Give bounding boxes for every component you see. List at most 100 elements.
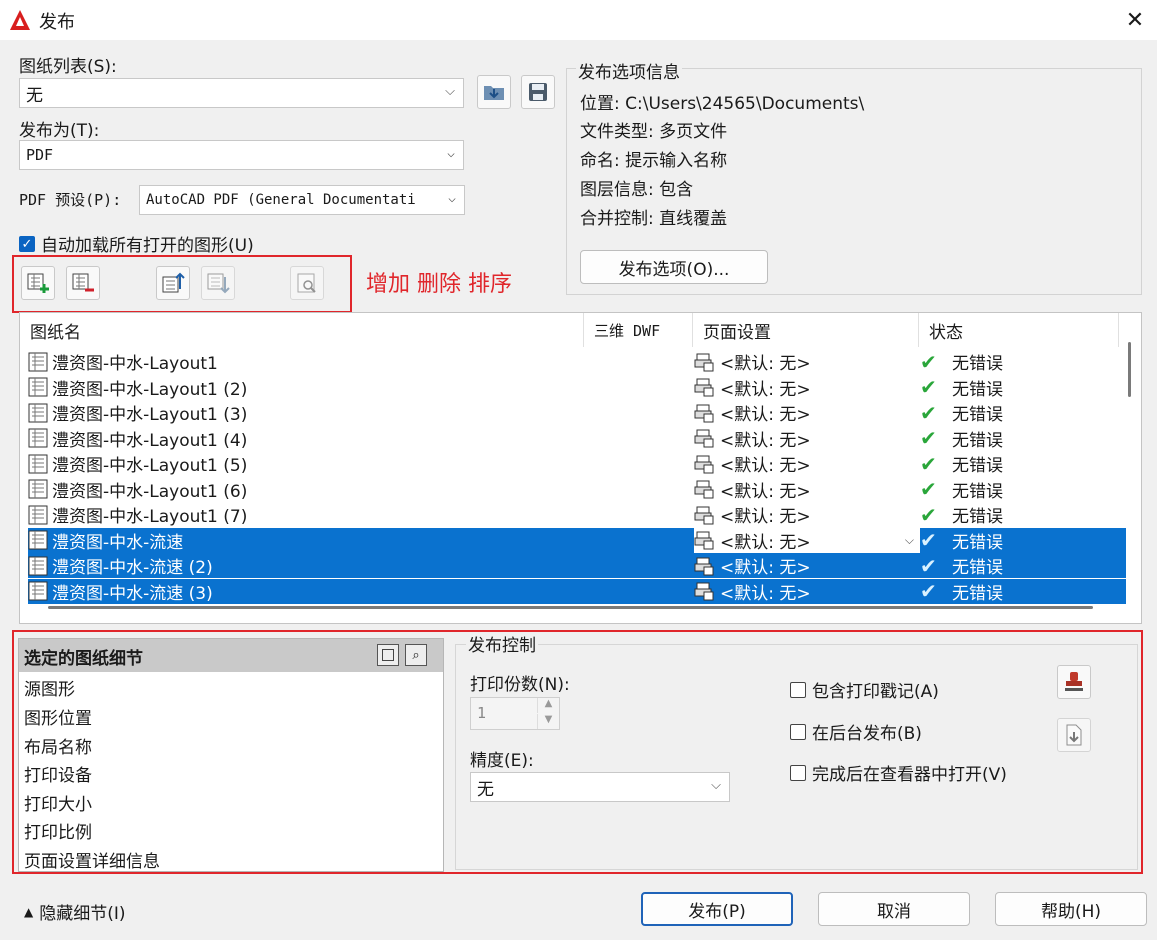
layout-sheet-icon bbox=[28, 352, 48, 371]
page-setup-icon bbox=[694, 480, 714, 499]
cancel-button[interactable]: 取消 bbox=[818, 892, 970, 926]
page-setup-cell[interactable]: <默认: 无> bbox=[694, 502, 920, 527]
sheet-name: 澧资图-中水-Layout1 (4) bbox=[52, 430, 248, 451]
info-layer: 图层信息: 包含 bbox=[580, 180, 694, 200]
info-merge: 合并控制: 直线覆盖 bbox=[580, 209, 728, 229]
remove-sheet-icon bbox=[72, 273, 94, 292]
sheet-name: 澧资图-中水-流速 (3) bbox=[52, 583, 213, 604]
page-setup-value: <默认: 无> bbox=[720, 481, 811, 502]
sheet-name-cell: 澧资图-中水-Layout1 (4) bbox=[28, 426, 588, 451]
column-header-3d-dwf[interactable]: 三维 DWF bbox=[584, 313, 693, 347]
table-row[interactable]: 澧资图-中水-Layout1 <默认: 无> ✔ 无错误 bbox=[28, 349, 1126, 374]
layout-sheet-icon bbox=[28, 403, 48, 422]
sheet-name-cell: 澧资图-中水-Layout1 (2) bbox=[28, 375, 588, 400]
details-highlight bbox=[12, 630, 1143, 874]
publish-button[interactable]: 发布(P) bbox=[641, 892, 793, 926]
info-file-type: 文件类型: 多页文件 bbox=[580, 122, 728, 142]
status-cell: ✔ 无错误 bbox=[920, 451, 1120, 477]
page-setup-value: <默认: 无> bbox=[720, 583, 811, 604]
hide-details-label: 隐藏细节(I) bbox=[39, 904, 126, 924]
table-row[interactable]: 澧资图-中水-Layout1 (4) <默认: 无> ✔ 无错误 bbox=[28, 426, 1126, 451]
status-value: 无错误 bbox=[952, 354, 1003, 374]
add-sheets-button[interactable] bbox=[21, 266, 55, 300]
sheet-name: 澧资图-中水-Layout1 (7) bbox=[52, 507, 248, 527]
checkbox-checked-icon: ✓ bbox=[19, 235, 35, 252]
table-row[interactable]: 澧资图-中水-流速 <默认: 无> ⌵ ✔ 无错误 bbox=[28, 527, 1126, 553]
checkmark-icon: ✔ bbox=[920, 553, 937, 578]
preview-button[interactable] bbox=[290, 266, 324, 300]
status-cell: ✔ 无错误 bbox=[920, 426, 1120, 451]
status-cell: ✔ 无错误 bbox=[920, 528, 1120, 553]
sheet-name: 澧资图-中水-流速 (2) bbox=[52, 558, 213, 578]
column-header-sheet-name[interactable]: 图纸名 bbox=[20, 313, 584, 347]
table-row[interactable]: 澧资图-中水-流速 (2) <默认: 无> ✔ 无错误 bbox=[28, 553, 1126, 578]
status-cell: ✔ 无错误 bbox=[920, 400, 1120, 426]
table-row[interactable]: 澧资图-中水-Layout1 (5) <默认: 无> ✔ 无错误 bbox=[28, 451, 1126, 476]
sheet-name: 澧资图-中水-流速 bbox=[52, 532, 184, 553]
publish-to-select[interactable]: PDF ⌵ bbox=[19, 140, 464, 170]
pdf-preset-select[interactable]: AutoCAD PDF (General Documentati ⌵ bbox=[139, 185, 465, 215]
load-sheet-list-button[interactable] bbox=[477, 75, 511, 109]
status-cell: ✔ 无错误 bbox=[920, 477, 1120, 502]
page-setup-value: <默认: 无> bbox=[720, 379, 811, 400]
sheet-name-cell: 澧资图-中水-Layout1 bbox=[28, 349, 588, 374]
page-setup-cell[interactable]: <默认: 无> bbox=[694, 451, 920, 476]
status-value: 无错误 bbox=[952, 532, 1003, 553]
page-setup-cell[interactable]: <默认: 无> bbox=[694, 375, 920, 400]
page-setup-icon bbox=[694, 404, 714, 422]
page-setup-cell[interactable]: <默认: 无> bbox=[694, 400, 920, 425]
save-sheet-list-button[interactable] bbox=[521, 75, 555, 109]
sheet-name-cell: 澧资图-中水-流速 (2) bbox=[28, 553, 588, 578]
page-setup-cell[interactable]: <默认: 无> bbox=[694, 349, 920, 374]
page-setup-value: <默认: 无> bbox=[720, 532, 811, 553]
layout-sheet-icon bbox=[28, 556, 48, 575]
page-setup-cell[interactable]: <默认: 无> bbox=[694, 553, 920, 578]
layout-sheet-icon bbox=[28, 581, 48, 601]
layout-sheet-icon bbox=[28, 428, 48, 448]
info-location: 位置: C:\Users\24565\Documents\ bbox=[580, 94, 865, 114]
table-row[interactable]: 澧资图-中水-流速 (3) <默认: 无> ✔ 无错误 bbox=[28, 578, 1126, 604]
page-setup-value: <默认: 无> bbox=[720, 507, 811, 527]
sheet-list-select[interactable]: 无 ⌵ bbox=[19, 78, 464, 108]
page-setup-cell[interactable]: <默认: 无> bbox=[694, 579, 920, 604]
status-value: 无错误 bbox=[952, 558, 1003, 578]
sheet-name: 澧资图-中水-Layout1 bbox=[52, 354, 218, 374]
sheet-name-cell: 澧资图-中水-Layout1 (7) bbox=[28, 502, 588, 527]
move-sheet-up-button[interactable] bbox=[156, 266, 190, 300]
table-row[interactable]: 澧资图-中水-Layout1 (6) <默认: 无> ✔ 无错误 bbox=[28, 477, 1126, 502]
page-setup-value: <默认: 无> bbox=[720, 456, 811, 476]
table-row[interactable]: 澧资图-中水-Layout1 (3) <默认: 无> ✔ 无错误 bbox=[28, 400, 1126, 425]
page-setup-value: <默认: 无> bbox=[720, 558, 811, 578]
table-row[interactable]: 澧资图-中水-Layout1 (2) <默认: 无> ✔ 无错误 bbox=[28, 375, 1126, 400]
page-setup-cell[interactable]: <默认: 无> bbox=[694, 477, 920, 502]
sheet-list-value: 无 bbox=[26, 85, 43, 106]
close-button[interactable]: ✕ bbox=[1113, 0, 1157, 40]
page-setup-icon bbox=[694, 429, 714, 448]
close-icon: ✕ bbox=[1125, 7, 1145, 33]
publish-to-label: 发布为(T): bbox=[19, 121, 100, 141]
sheet-name: 澧资图-中水-Layout1 (6) bbox=[52, 481, 248, 502]
hide-details-toggle[interactable]: ▲ 隐藏细节(I) bbox=[24, 899, 126, 924]
remove-sheets-button[interactable] bbox=[66, 266, 100, 300]
status-value: 无错误 bbox=[952, 481, 1003, 502]
publish-options-button[interactable]: 发布选项(O)... bbox=[580, 250, 768, 284]
page-setup-value: <默认: 无> bbox=[720, 405, 811, 425]
horizontal-scrollbar[interactable] bbox=[48, 606, 1093, 609]
column-header-page-setup[interactable]: 页面设置 bbox=[693, 313, 919, 347]
column-header-status[interactable]: 状态 bbox=[919, 313, 1119, 347]
help-button[interactable]: 帮助(H) bbox=[995, 892, 1147, 926]
save-icon bbox=[529, 83, 547, 101]
publish-options-info-title: 发布选项信息 bbox=[576, 58, 682, 83]
status-value: 无错误 bbox=[952, 456, 1003, 476]
page-setup-cell[interactable]: <默认: 无> ⌵ bbox=[694, 527, 920, 553]
table-row[interactable]: 澧资图-中水-Layout1 (7) <默认: 无> ✔ 无错误 bbox=[28, 502, 1126, 527]
layout-sheet-icon bbox=[28, 505, 48, 524]
autocad-logo-icon bbox=[10, 10, 30, 30]
checkmark-icon: ✔ bbox=[920, 477, 937, 501]
move-sheet-down-button[interactable] bbox=[201, 266, 235, 300]
auto-load-checkbox[interactable]: ✓ 自动加载所有打开的图形(U) bbox=[19, 231, 254, 256]
auto-load-label: 自动加载所有打开的图形(U) bbox=[41, 236, 254, 256]
vertical-scrollbar[interactable] bbox=[1128, 342, 1131, 397]
page-setup-icon bbox=[694, 531, 714, 550]
page-setup-cell[interactable]: <默认: 无> bbox=[694, 426, 920, 451]
